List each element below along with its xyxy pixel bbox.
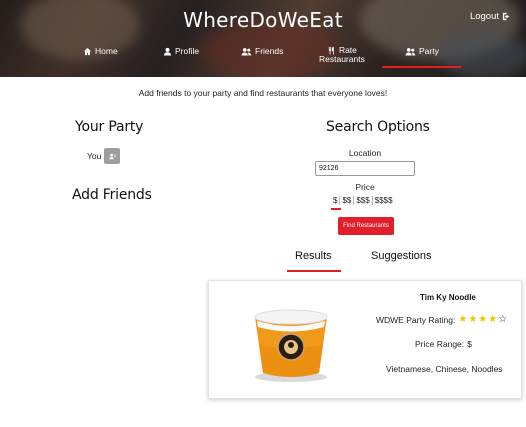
user-card-icon	[104, 148, 121, 164]
header-banner: WhereDoWeEat Logout Home Profile Friends…	[0, 0, 526, 77]
logout-button[interactable]: Logout	[470, 11, 511, 22]
party-rating-row: WDWE Party Rating: ★ ★ ★ ★ ☆	[376, 315, 507, 326]
your-party-title: Your Party	[75, 119, 144, 135]
price-option-2[interactable]: $$	[340, 196, 355, 205]
star-filled-icon: ★	[458, 314, 468, 325]
rating-stars: ★ ★ ★ ★ ☆	[458, 315, 507, 325]
restaurant-image	[254, 309, 328, 382]
tab-results[interactable]: Results	[295, 250, 332, 262]
location-label: Location	[348, 148, 382, 158]
location-input[interactable]	[315, 161, 415, 176]
logout-label: Logout	[469, 11, 499, 22]
nav-home[interactable]: Home	[83, 47, 118, 56]
add-friends-title: Add Friends	[72, 187, 152, 203]
find-restaurants-button[interactable]: Find Restaurants	[338, 217, 394, 235]
price-selector: $ $$ $$$ $$$$	[331, 196, 395, 205]
party-rating-label: WDWE Party Rating:	[376, 315, 456, 325]
party-member-name: You	[87, 151, 102, 161]
user-icon	[163, 47, 172, 56]
price-option-3[interactable]: $$$	[354, 196, 373, 205]
tab-suggestions[interactable]: Suggestions	[371, 250, 432, 262]
home-icon	[83, 47, 92, 56]
nav-active-indicator	[382, 66, 461, 68]
price-range-row: Price Range: $	[415, 339, 472, 349]
restaurant-name[interactable]: Tim Ky Noodle	[420, 293, 476, 302]
users-icon	[241, 48, 252, 56]
price-range-value: $	[467, 339, 472, 349]
nav-party-label: Party	[419, 46, 439, 57]
cuisine-tags: Vietnamese, Chinese, Noodles	[386, 364, 503, 374]
tab-active-indicator	[287, 270, 341, 272]
star-filled-icon: ★	[468, 314, 478, 325]
price-range-label: Price Range:	[415, 339, 465, 349]
nav-profile-label: Profile	[175, 46, 200, 57]
price-option-4[interactable]: $$$$	[373, 196, 395, 205]
party-member: You	[87, 148, 121, 164]
nav-profile[interactable]: Profile	[163, 47, 199, 56]
nav-home-label: Home	[95, 46, 118, 57]
nav-rate-label-line2: Restaurants	[319, 54, 365, 64]
users-icon	[405, 48, 416, 56]
star-empty-icon: ☆	[498, 314, 508, 325]
sign-out-icon	[502, 12, 510, 21]
price-label: Price	[355, 182, 375, 192]
price-selected-indicator	[331, 208, 341, 210]
nav-friends-label: Friends	[255, 46, 284, 57]
nav-friends[interactable]: Friends	[241, 47, 283, 56]
app-title: WhereDoWeEat	[183, 8, 343, 32]
search-options-title: Search Options	[326, 119, 430, 135]
price-option-1[interactable]: $	[331, 196, 341, 205]
star-filled-icon: ★	[488, 314, 498, 325]
nav-party[interactable]: Party	[405, 47, 439, 56]
star-filled-icon: ★	[478, 314, 488, 325]
nav-rate-restaurants[interactable]: Rate Restaurants	[319, 46, 365, 64]
page-tagline: Add friends to your party and find resta…	[138, 88, 388, 98]
